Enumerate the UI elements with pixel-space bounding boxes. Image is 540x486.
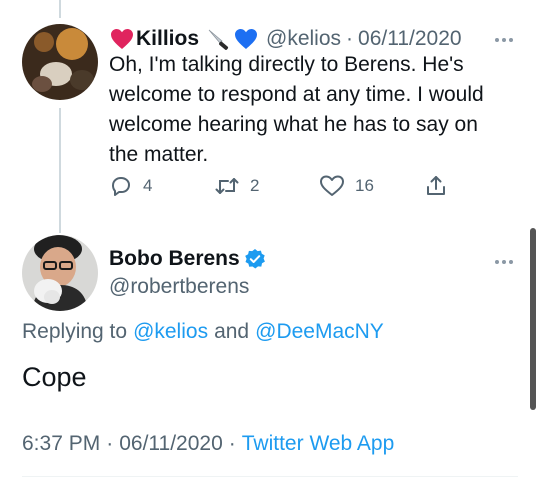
like-count: 16 — [355, 176, 374, 195]
main-tweet-text: Cope — [22, 362, 87, 392]
tweet-source[interactable]: Twitter Web App — [242, 432, 395, 456]
prev-tweet-text: Oh, I'm talking directly to Berens. He's… — [109, 53, 484, 166]
main-handle-row: @robertberens — [109, 275, 249, 299]
reply-count: 4 — [143, 176, 153, 195]
share-button[interactable] — [424, 174, 448, 198]
replying-user-kelios[interactable]: @kelios — [133, 320, 208, 344]
main-display-name[interactable]: Bobo Berens — [109, 247, 240, 271]
red-heart-icon — [111, 29, 133, 49]
blue-heart-icon — [235, 29, 258, 49]
main-more-icon[interactable] — [495, 260, 513, 264]
tweet-timestamp-row: 6:37 PM · 06/11/2020 · Twitter Web App — [22, 432, 394, 456]
avatar-killios[interactable] — [22, 24, 98, 100]
retweet-icon — [215, 178, 239, 194]
thread-line-bottom — [59, 108, 61, 233]
avatar-bobo-berens[interactable] — [22, 235, 98, 311]
scrollbar-thumb[interactable] — [530, 228, 536, 410]
main-tweet-name-row: Bobo Berens — [109, 247, 266, 271]
time-date-separator: · — [106, 432, 114, 455]
share-icon — [427, 176, 445, 195]
reply-button[interactable]: 4 — [109, 174, 152, 198]
thread-line-top — [59, 0, 61, 18]
retweet-count: 2 — [250, 176, 260, 195]
replying-user-deemacny[interactable]: @DeeMacNY — [255, 320, 384, 344]
source-separator: · — [228, 432, 236, 455]
tweet-date[interactable]: 06/11/2020 — [119, 432, 223, 456]
bottom-divider — [22, 476, 518, 477]
replying-and: and — [214, 320, 250, 343]
prev-tweet-header: Killios @kelios · 06/11/2020 — [110, 26, 462, 52]
replying-to: Replying to @kelios and @DeeMacNY — [22, 320, 384, 344]
tweet-time[interactable]: 6:37 PM — [22, 432, 100, 456]
knife-icon — [208, 29, 229, 50]
reply-icon — [112, 177, 130, 196]
verified-badge-icon — [244, 249, 265, 269]
like-icon — [320, 175, 344, 196]
prev-date[interactable]: 06/11/2020 — [358, 27, 462, 51]
prev-more-icon[interactable] — [495, 38, 513, 42]
prev-date-separator: · — [346, 27, 354, 50]
retweet-button[interactable]: 2 — [214, 174, 259, 198]
main-handle[interactable]: @robertberens — [109, 275, 249, 299]
prev-handle[interactable]: @kelios — [266, 27, 341, 51]
replying-prefix: Replying to — [22, 320, 128, 343]
prev-display-name[interactable]: Killios — [136, 27, 199, 51]
like-button[interactable]: 16 — [319, 174, 374, 198]
